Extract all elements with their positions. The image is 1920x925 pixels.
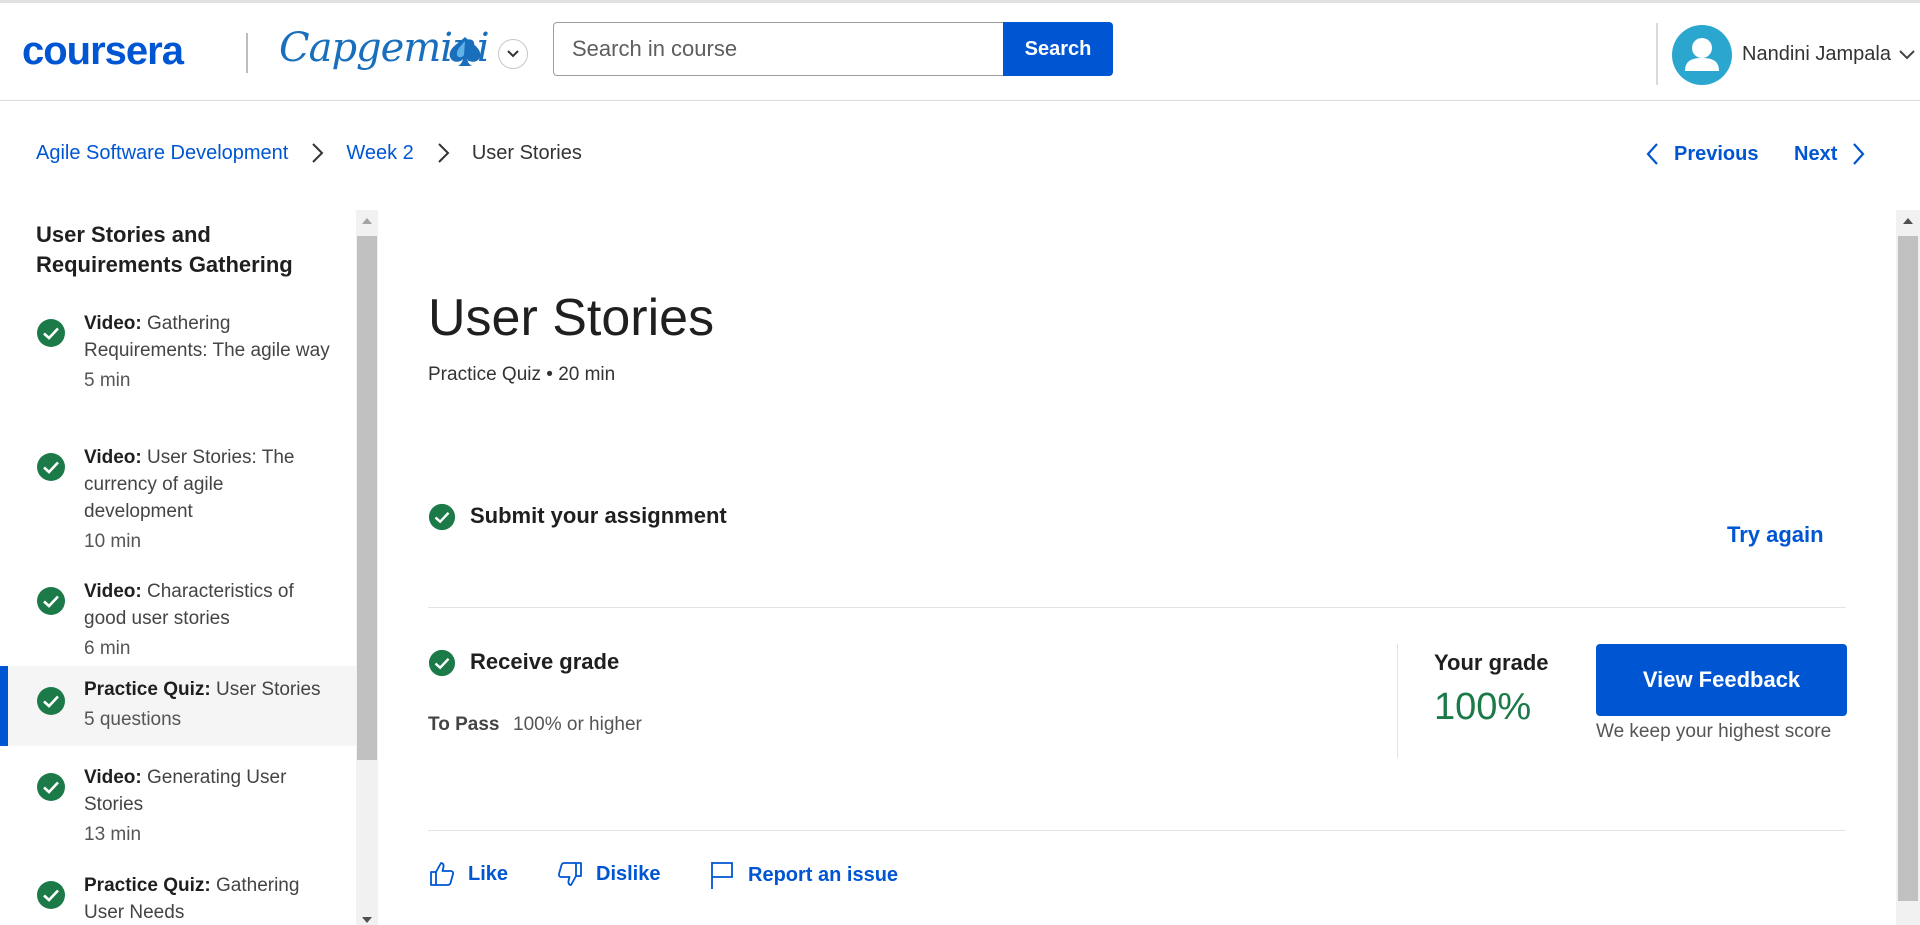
coursera-logo[interactable]: coursera	[22, 29, 184, 74]
try-again-button[interactable]: Try again	[1727, 522, 1824, 548]
main-scrollbar[interactable]	[1896, 210, 1920, 925]
sidebar-item-text: Video: Characteristics of good user stor…	[84, 581, 294, 659]
dislike-button[interactable]: Dislike	[556, 860, 660, 888]
breadcrumb-current: User Stories	[471, 141, 582, 164]
avatar[interactable]	[1672, 25, 1732, 85]
check-circle-icon	[37, 453, 65, 481]
sidebar-item[interactable]: Video: Characteristics of good user stor…	[0, 564, 356, 668]
view-feedback-button[interactable]: View Feedback	[1596, 644, 1847, 716]
header: coursera Capgemini Search Nandini Jampal…	[0, 3, 1920, 101]
page-subtitle: Practice Quiz • 20 min	[428, 364, 616, 385]
sidebar-section-title: User Stories and Requirements Gathering	[36, 222, 293, 277]
main-scroll-thumb[interactable]	[1898, 236, 1918, 901]
to-pass-value: 100% or higher	[513, 714, 642, 735]
sidebar-item[interactable]: Video: Gathering Requirements: The agile…	[0, 296, 356, 426]
submit-assignment-label: Submit your assignment	[470, 503, 727, 528]
sidebar-scroll-thumb[interactable]	[357, 236, 377, 760]
page-title: User Stories	[428, 289, 715, 347]
thumbs-down-icon	[557, 862, 582, 886]
grade-divider	[1397, 644, 1398, 758]
partner-dropdown-button[interactable]	[498, 39, 528, 69]
chevron-right-icon	[1853, 143, 1865, 165]
scroll-down-arrow-icon[interactable]	[362, 917, 372, 923]
logo-divider	[246, 33, 248, 73]
feedback-note: We keep your highest score	[1596, 721, 1832, 742]
receive-grade-label: Receive grade	[470, 649, 620, 674]
chevron-right-icon	[438, 143, 450, 163]
user-icon	[1685, 38, 1719, 71]
chevron-left-icon	[1646, 143, 1658, 165]
previous-button[interactable]: Previous	[1644, 141, 1758, 167]
next-label: Next	[1794, 142, 1838, 165]
scroll-up-arrow-icon[interactable]	[362, 218, 372, 224]
like-label: Like	[468, 862, 509, 885]
course-sidebar: User Stories and Requirements Gathering …	[0, 210, 356, 925]
sidebar-item-active[interactable]: Practice Quiz: User Stories 5 questions	[0, 666, 356, 746]
sidebar-item[interactable]: Video: User Stories: The currency of agi…	[0, 430, 356, 560]
sidebar-item-text: Video: User Stories: The currency of agi…	[84, 447, 295, 552]
chevron-down-icon	[507, 50, 519, 58]
grade-value: 100%	[1434, 686, 1532, 728]
report-issue-label: Report an issue	[748, 863, 899, 886]
flag-icon	[711, 862, 733, 889]
breadcrumb-course-link[interactable]: Agile Software Development	[36, 142, 288, 165]
report-issue-button[interactable]: Report an issue	[708, 860, 898, 890]
sidebar-item-text: Video: Generating User Stories 13 min	[84, 767, 287, 845]
check-circle-icon	[37, 687, 65, 715]
previous-label: Previous	[1674, 142, 1759, 165]
sidebar-item[interactable]: Practice Quiz: Gathering User Needs	[0, 858, 356, 925]
divider	[428, 607, 1846, 608]
user-name[interactable]: Nandini Jampala	[1742, 43, 1891, 66]
like-button[interactable]: Like	[428, 860, 508, 888]
search-input[interactable]	[553, 22, 1003, 76]
breadcrumb: Agile Software Development Week 2 User S…	[36, 138, 582, 168]
scroll-up-arrow-icon[interactable]	[1903, 218, 1913, 224]
sidebar-item-text: Practice Quiz: User Stories 5 questions	[84, 679, 321, 730]
search-button[interactable]: Search	[1003, 22, 1113, 76]
breadcrumb-week-link[interactable]: Week 2	[346, 142, 413, 165]
next-button[interactable]: Next	[1794, 141, 1867, 167]
check-circle-icon	[37, 319, 65, 347]
sidebar-item-text: Practice Quiz: Gathering User Needs	[84, 875, 300, 923]
check-circle-icon	[428, 649, 456, 677]
check-circle-icon	[37, 881, 65, 909]
header-divider	[1656, 23, 1658, 85]
check-circle-icon	[37, 773, 65, 801]
check-circle-icon	[37, 587, 65, 615]
check-circle-icon	[428, 503, 456, 531]
to-pass-label: To Pass	[428, 714, 500, 735]
thumbs-up-icon	[430, 862, 455, 886]
sidebar-item[interactable]: Video: Generating User Stories 13 min	[0, 750, 356, 854]
chevron-right-icon	[312, 143, 324, 163]
partner-spade-icon	[449, 37, 481, 66]
divider	[428, 830, 1846, 831]
sidebar-scrollbar[interactable]	[356, 210, 378, 925]
chevron-down-icon[interactable]	[1898, 49, 1916, 61]
dislike-label: Dislike	[596, 862, 661, 885]
your-grade-label: Your grade	[1434, 650, 1549, 675]
sidebar-item-text: Video: Gathering Requirements: The agile…	[84, 313, 330, 391]
